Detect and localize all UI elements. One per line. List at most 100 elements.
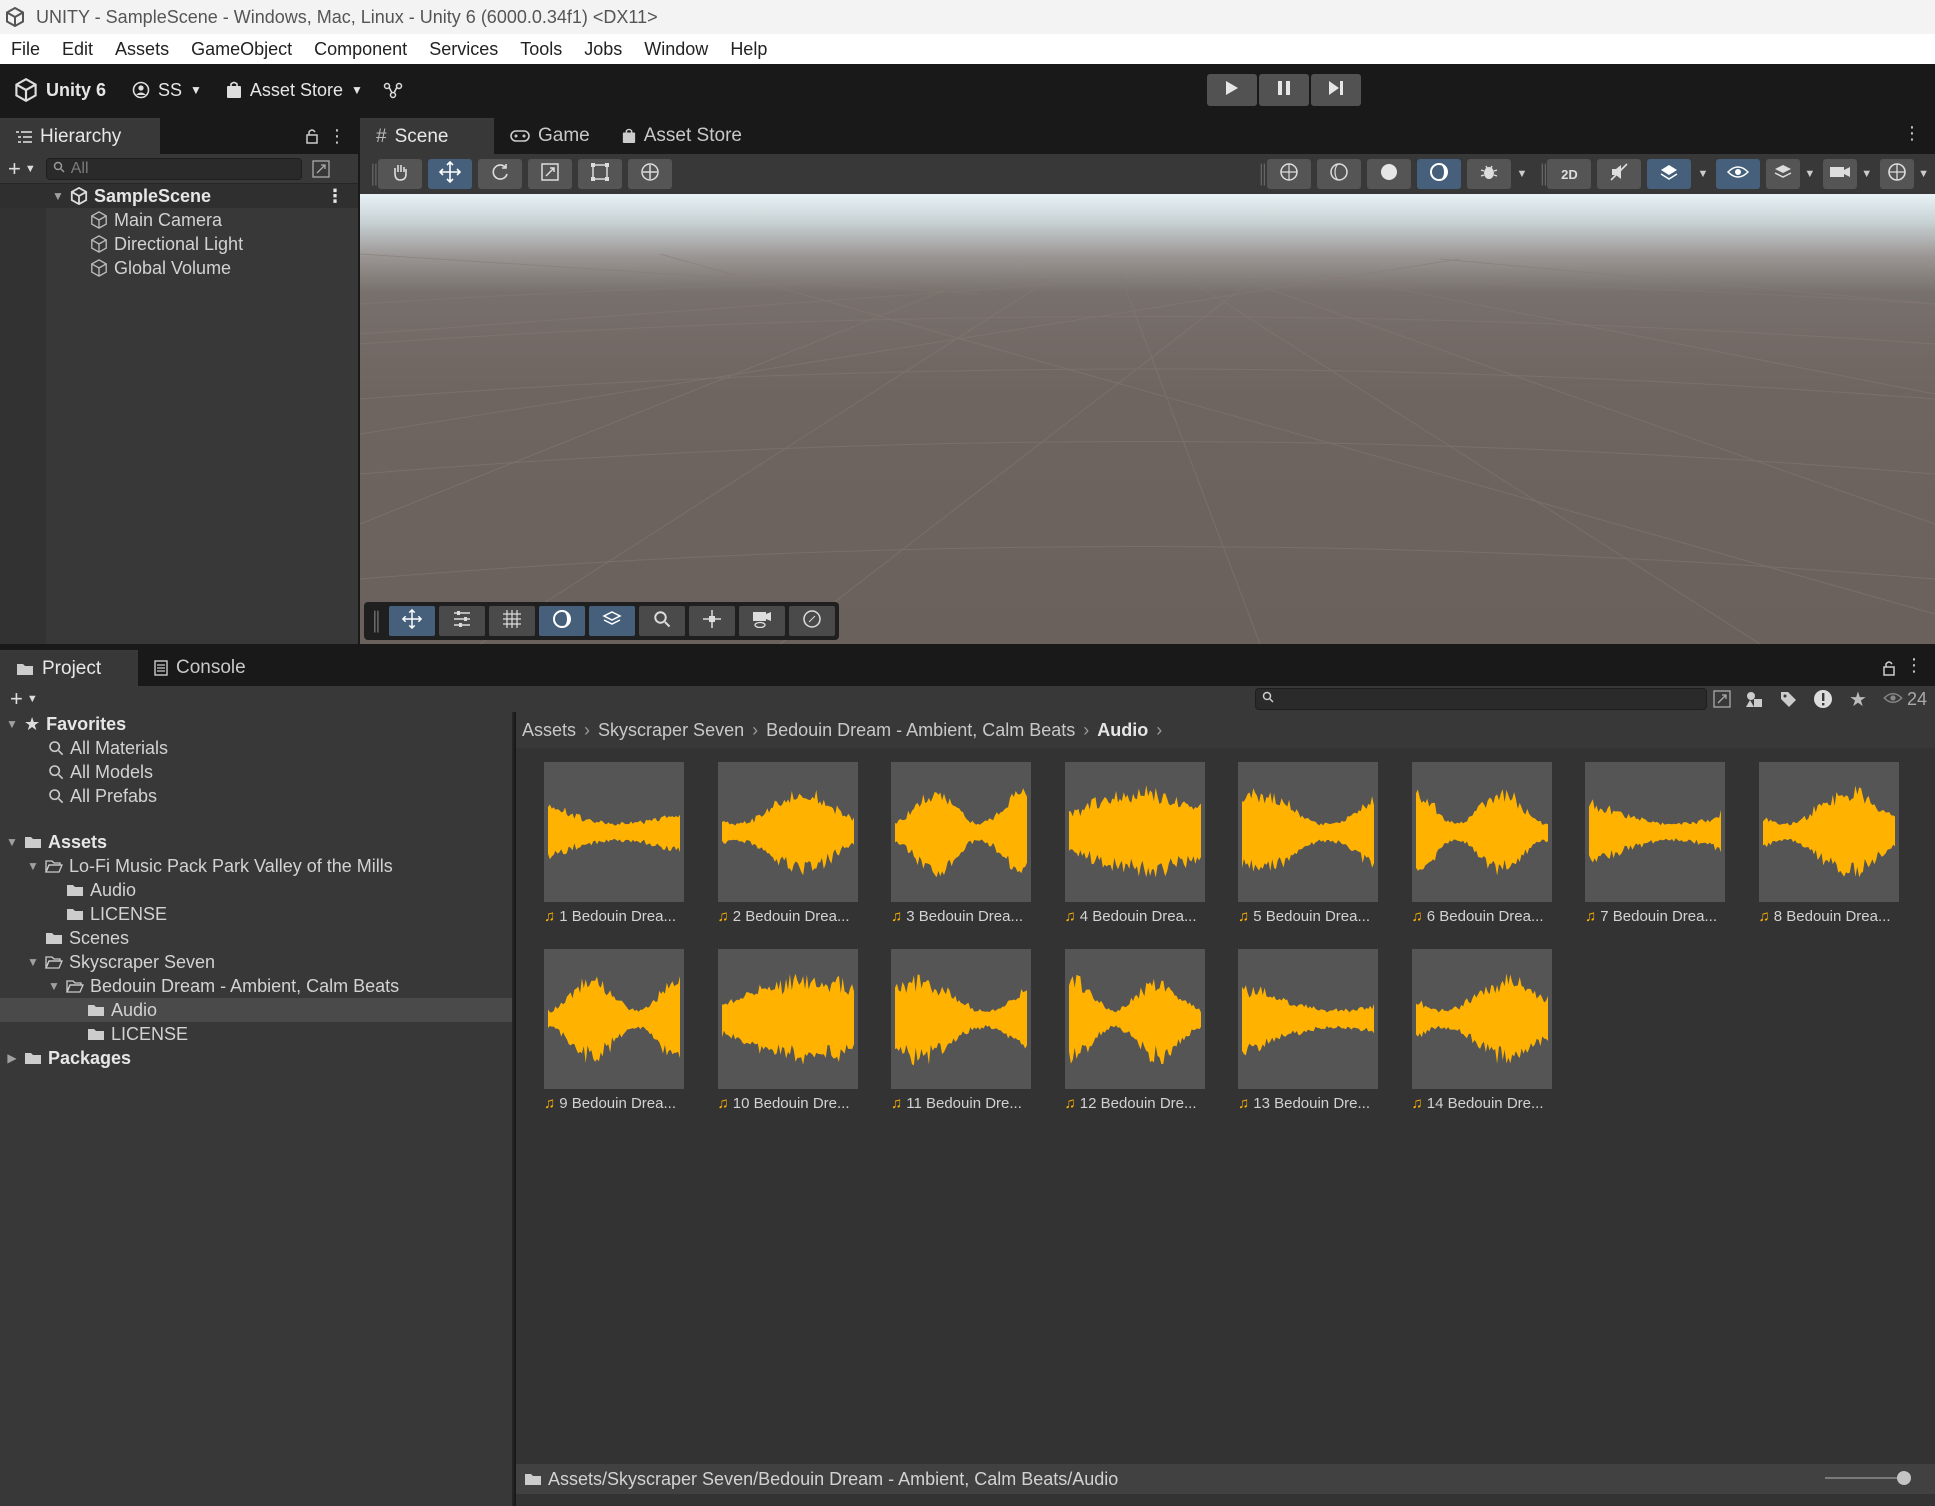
expand-arrow-icon[interactable]: ▼ (25, 955, 41, 969)
overlay-grid-snap-button[interactable] (488, 606, 535, 636)
tree-folder-item[interactable]: LICENSE (0, 902, 512, 926)
hierarchy-item-main-camera[interactable]: Main Camera (0, 208, 358, 232)
tree-favorite-item[interactable]: All Materials (0, 736, 512, 760)
overlay-lighting-button[interactable] (538, 606, 585, 636)
tab-scene[interactable]: # Scene (360, 118, 494, 154)
tree-favorite-item[interactable]: All Models (0, 760, 512, 784)
project-search-input[interactable] (1255, 688, 1708, 710)
audio-clip-asset[interactable]: ♫ 1 Bedouin Drea... (544, 762, 684, 937)
expand-arrow-icon[interactable]: ▼ (46, 979, 62, 993)
breadcrumb-current[interactable]: Audio (1097, 720, 1148, 741)
drag-handle-icon[interactable]: ║ (368, 164, 381, 185)
tab-asset-store[interactable]: Asset Store (606, 118, 758, 154)
tab-console[interactable]: Console (138, 650, 262, 686)
tree-folder-item[interactable]: ▼ Bedouin Dream - Ambient, Calm Beats (0, 974, 512, 998)
drag-handle-icon[interactable]: ║ (1537, 164, 1550, 185)
debug-draw-button[interactable] (1466, 159, 1511, 189)
breadcrumb-item[interactable]: Skyscraper Seven (598, 720, 744, 741)
tree-favorite-item[interactable]: All Prefabs (0, 784, 512, 808)
drag-handle-icon[interactable]: ║ (1257, 164, 1270, 185)
expand-arrow-icon[interactable]: ▶ (4, 1051, 20, 1065)
wireframe-shading-button[interactable] (1316, 159, 1361, 189)
tree-folder-item[interactable]: Audio (0, 878, 512, 902)
chevron-right-icon[interactable]: › (1156, 720, 1162, 741)
drag-handle-icon[interactable]: ║ (370, 611, 383, 632)
rect-tool-button[interactable] (578, 159, 622, 189)
visibility-count[interactable]: 24 (1883, 689, 1927, 710)
overlay-pivot-button[interactable] (688, 606, 735, 636)
tree-folder-item[interactable]: LICENSE (0, 1022, 512, 1046)
breadcrumb-item[interactable]: Bedouin Dream - Ambient, Calm Beats (766, 720, 1075, 741)
more-vertical-icon[interactable]: ⋮ (1905, 655, 1923, 676)
transform-tool-button[interactable] (628, 159, 672, 189)
tree-assets[interactable]: ▼ Assets (0, 830, 512, 854)
more-vertical-icon[interactable]: ⋮ (328, 127, 346, 145)
menu-window[interactable]: Window (633, 34, 719, 64)
menu-edit[interactable]: Edit (51, 34, 104, 64)
audio-clip-asset[interactable]: ♫ 14 Bedouin Dre... (1411, 949, 1552, 1124)
step-button[interactable] (1311, 74, 1361, 106)
filter-by-type-icon[interactable] (1745, 690, 1763, 708)
version-control-button[interactable] (375, 74, 411, 106)
chevron-down-icon[interactable]: ▼ (1861, 168, 1872, 180)
shaded-button[interactable] (1366, 159, 1411, 189)
audio-clip-asset[interactable]: ♫ 10 Bedouin Dre... (717, 949, 858, 1124)
pause-button[interactable] (1259, 74, 1309, 106)
overlay-camera-button[interactable] (738, 606, 785, 636)
create-asset-button[interactable]: + ▼ (10, 686, 38, 712)
expand-arrow-icon[interactable]: ▼ (25, 859, 41, 873)
audio-clip-asset[interactable]: ♫ 9 Bedouin Drea... (544, 949, 684, 1124)
menu-file[interactable]: File (0, 34, 51, 64)
tree-folder-item[interactable]: Scenes (0, 926, 512, 950)
unity-account-button[interactable]: Unity 6 (6, 74, 114, 106)
expand-icon[interactable] (312, 159, 330, 178)
audio-clip-asset[interactable]: ♫ 11 Bedouin Dre... (891, 949, 1031, 1124)
scale-tool-button[interactable] (528, 159, 572, 189)
rotate-tool-button[interactable] (478, 159, 522, 189)
chevron-down-icon[interactable]: ▼ (1517, 168, 1528, 180)
add-object-button[interactable]: + ▼ (8, 156, 36, 182)
play-button[interactable] (1207, 74, 1257, 106)
favorite-star-icon[interactable]: ★ (1849, 687, 1867, 712)
tree-folder-item[interactable]: ▼ Skyscraper Seven (0, 950, 512, 974)
scene-viewport[interactable] (360, 194, 1935, 644)
overlay-search-button[interactable] (638, 606, 685, 636)
tab-hierarchy[interactable]: Hierarchy (0, 118, 160, 154)
move-tool-button[interactable] (428, 159, 472, 189)
warning-filter-icon[interactable] (1813, 689, 1833, 709)
audio-clip-asset[interactable]: ♫ 6 Bedouin Drea... (1411, 762, 1552, 937)
tab-game[interactable]: Game (494, 118, 606, 154)
chevron-down-icon[interactable]: ▼ (1804, 168, 1815, 180)
menu-tools[interactable]: Tools (509, 34, 573, 64)
menu-component[interactable]: Component (303, 34, 418, 64)
audio-clip-asset[interactable]: ♫ 8 Bedouin Drea... (1758, 762, 1899, 937)
menu-help[interactable]: Help (719, 34, 778, 64)
lit-shading-button[interactable] (1416, 159, 1461, 189)
expand-arrow-icon[interactable]: ▼ (4, 717, 20, 731)
search-expand-icon[interactable] (1713, 690, 1731, 708)
menu-gameobject[interactable]: GameObject (180, 34, 303, 64)
asset-store-dropdown[interactable]: Asset Store ▼ (218, 74, 371, 106)
hierarchy-item-directional-light[interactable]: Directional Light (0, 232, 358, 256)
audio-clip-asset[interactable]: ♫ 5 Bedouin Drea... (1238, 762, 1378, 937)
overlay-tool-settings-button[interactable] (438, 606, 485, 636)
chevron-down-icon[interactable]: ▼ (1697, 168, 1708, 180)
hierarchy-scene-row[interactable]: ▼ SampleScene ⋮ (0, 184, 358, 208)
audio-clip-asset[interactable]: ♫ 12 Bedouin Dre... (1064, 949, 1205, 1124)
menu-jobs[interactable]: Jobs (573, 34, 633, 64)
menu-assets[interactable]: Assets (104, 34, 180, 64)
more-vertical-icon[interactable]: ⋮ (1903, 123, 1921, 144)
tree-folder-item[interactable]: ▼ Lo-Fi Music Pack Park Valley of the Mil… (0, 854, 512, 878)
hand-tool-button[interactable] (378, 159, 422, 189)
hierarchy-search-input[interactable]: All (45, 157, 302, 180)
gizmos-button[interactable] (1880, 159, 1915, 189)
audio-clip-asset[interactable]: ♫ 13 Bedouin Dre... (1238, 949, 1378, 1124)
expand-arrow-icon[interactable]: ▼ (4, 835, 20, 849)
menu-services[interactable]: Services (418, 34, 509, 64)
account-dropdown[interactable]: SS ▼ (124, 74, 210, 106)
audio-clip-asset[interactable]: ♫ 2 Bedouin Drea... (717, 762, 858, 937)
audio-toggle-button[interactable] (1597, 159, 1642, 189)
audio-clip-asset[interactable]: ♫ 3 Bedouin Drea... (891, 762, 1031, 937)
tab-project[interactable]: Project (0, 650, 138, 686)
more-vertical-icon[interactable]: ⋮ (326, 186, 344, 207)
